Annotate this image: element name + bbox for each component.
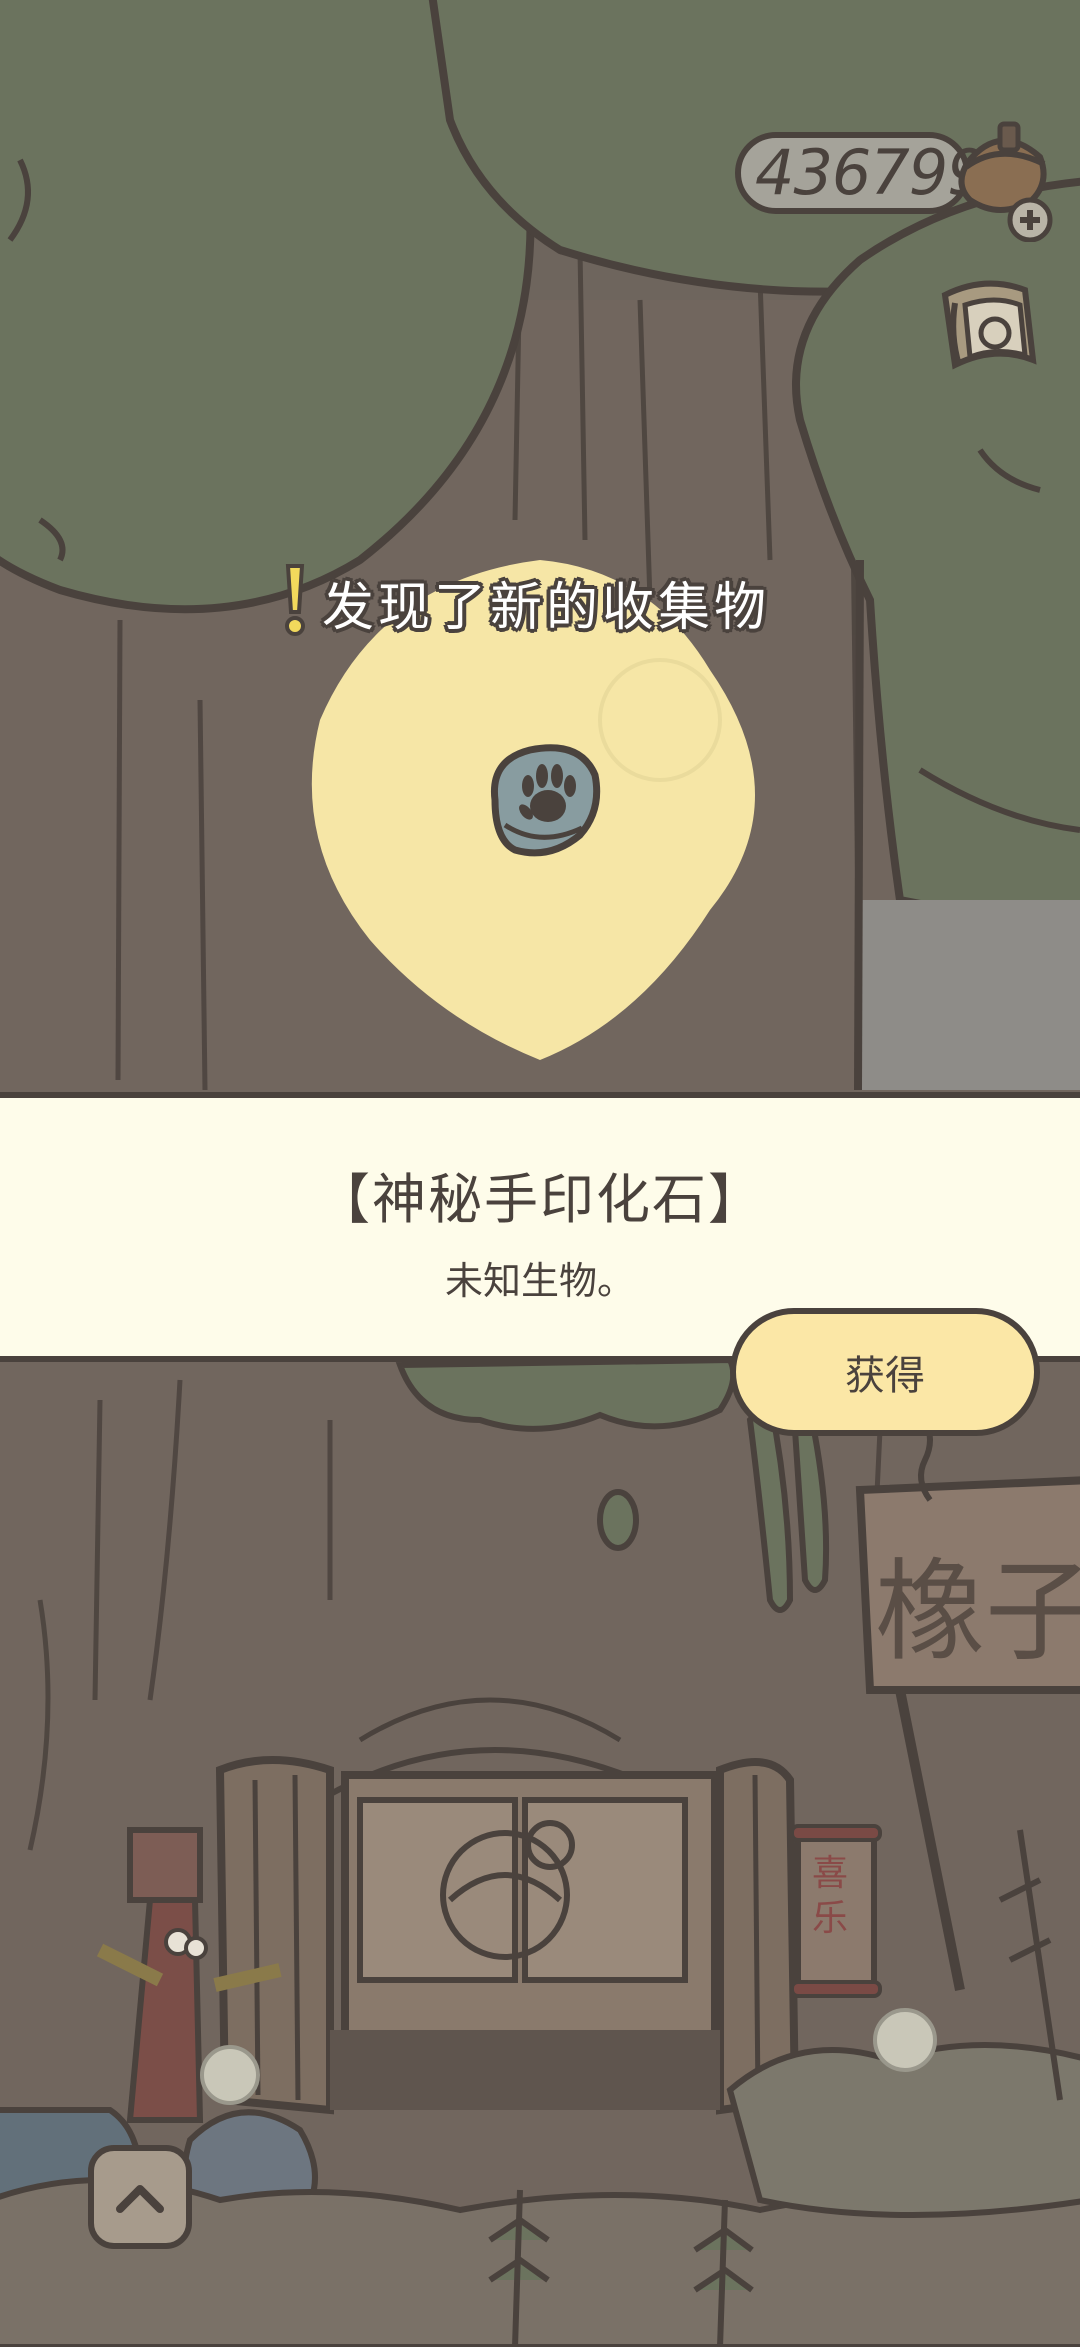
game-screen: 橡子 喜 乐 436799 发现了新的收集物 【神秘手印化石】 未知生物。 获得 [0, 0, 1080, 2347]
item-description: 未知生物。 [444, 1259, 635, 1303]
sign-text: 橡子 [875, 1548, 1080, 1676]
discovery-title: 发现了新的收集物 [322, 578, 771, 638]
svg-text:乐: 乐 [812, 1898, 848, 1939]
obtain-button-label: 获得 [845, 1353, 925, 1399]
menu-toggle-button[interactable] [88, 2145, 192, 2249]
exclamation-icon [285, 564, 305, 636]
album-icon[interactable] [925, 265, 1055, 395]
svg-text:喜: 喜 [812, 1853, 848, 1894]
handprint-fossil-icon [490, 744, 601, 857]
chevron-up-icon [116, 2185, 164, 2213]
obtain-button[interactable]: 获得 [730, 1308, 1040, 1436]
plus-icon[interactable] [1010, 200, 1050, 240]
item-name: 【神秘手印化石】 [316, 1168, 764, 1231]
